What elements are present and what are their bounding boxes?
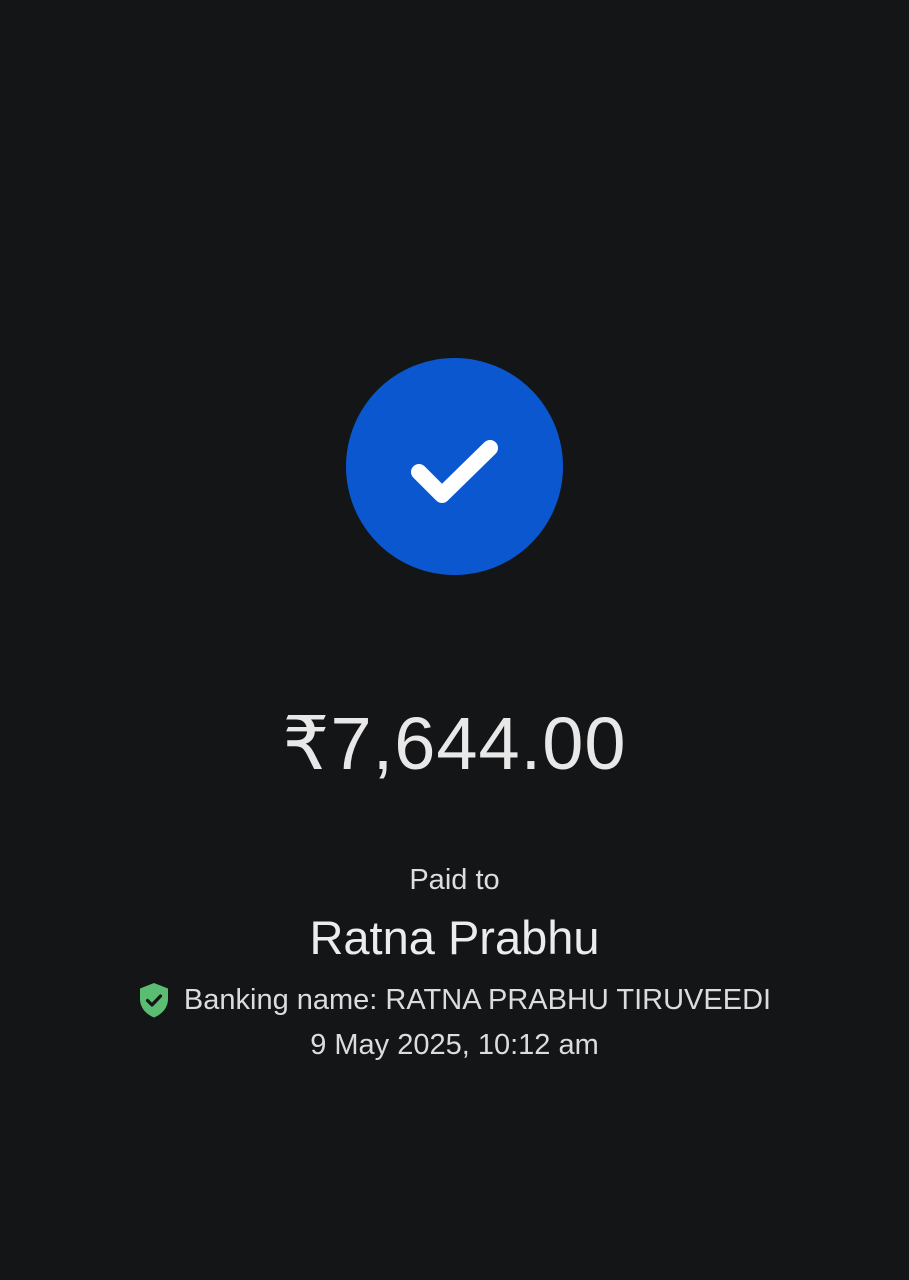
payment-timestamp: 9 May 2025, 10:12 am — [310, 1029, 599, 1061]
checkmark-icon — [411, 440, 498, 503]
paid-to-label: Paid to — [409, 864, 500, 896]
banking-name: Banking name: RATNA PRABHU TIRUVEEDI — [183, 983, 772, 1016]
verified-shield-icon — [139, 982, 168, 1017]
payment-success-screen: ₹7,644.00 Paid to Ratna Prabhu Banking n… — [0, 0, 909, 1280]
payee-name: Ratna Prabhu — [309, 911, 600, 964]
check-circle-icon — [346, 358, 563, 575]
banking-name-row: Banking name: RATNA PRABHU TIRUVEEDI — [0, 980, 909, 1020]
payment-amount: ₹7,644.00 — [282, 702, 627, 785]
